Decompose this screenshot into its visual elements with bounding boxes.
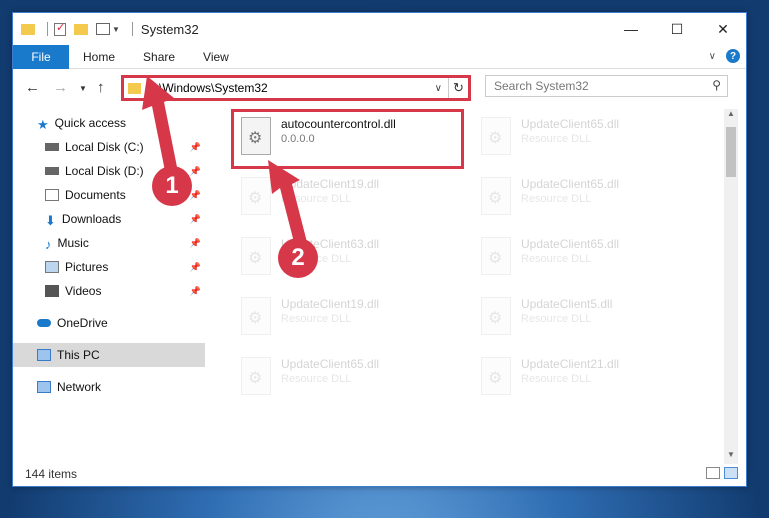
annotation-arrows: [142, 76, 308, 250]
step-badge-2: 2: [278, 238, 318, 278]
step-badge-1: 1: [152, 166, 192, 206]
annotation-arrow-2: [268, 160, 308, 250]
annotation-arrow-1: [142, 76, 178, 176]
